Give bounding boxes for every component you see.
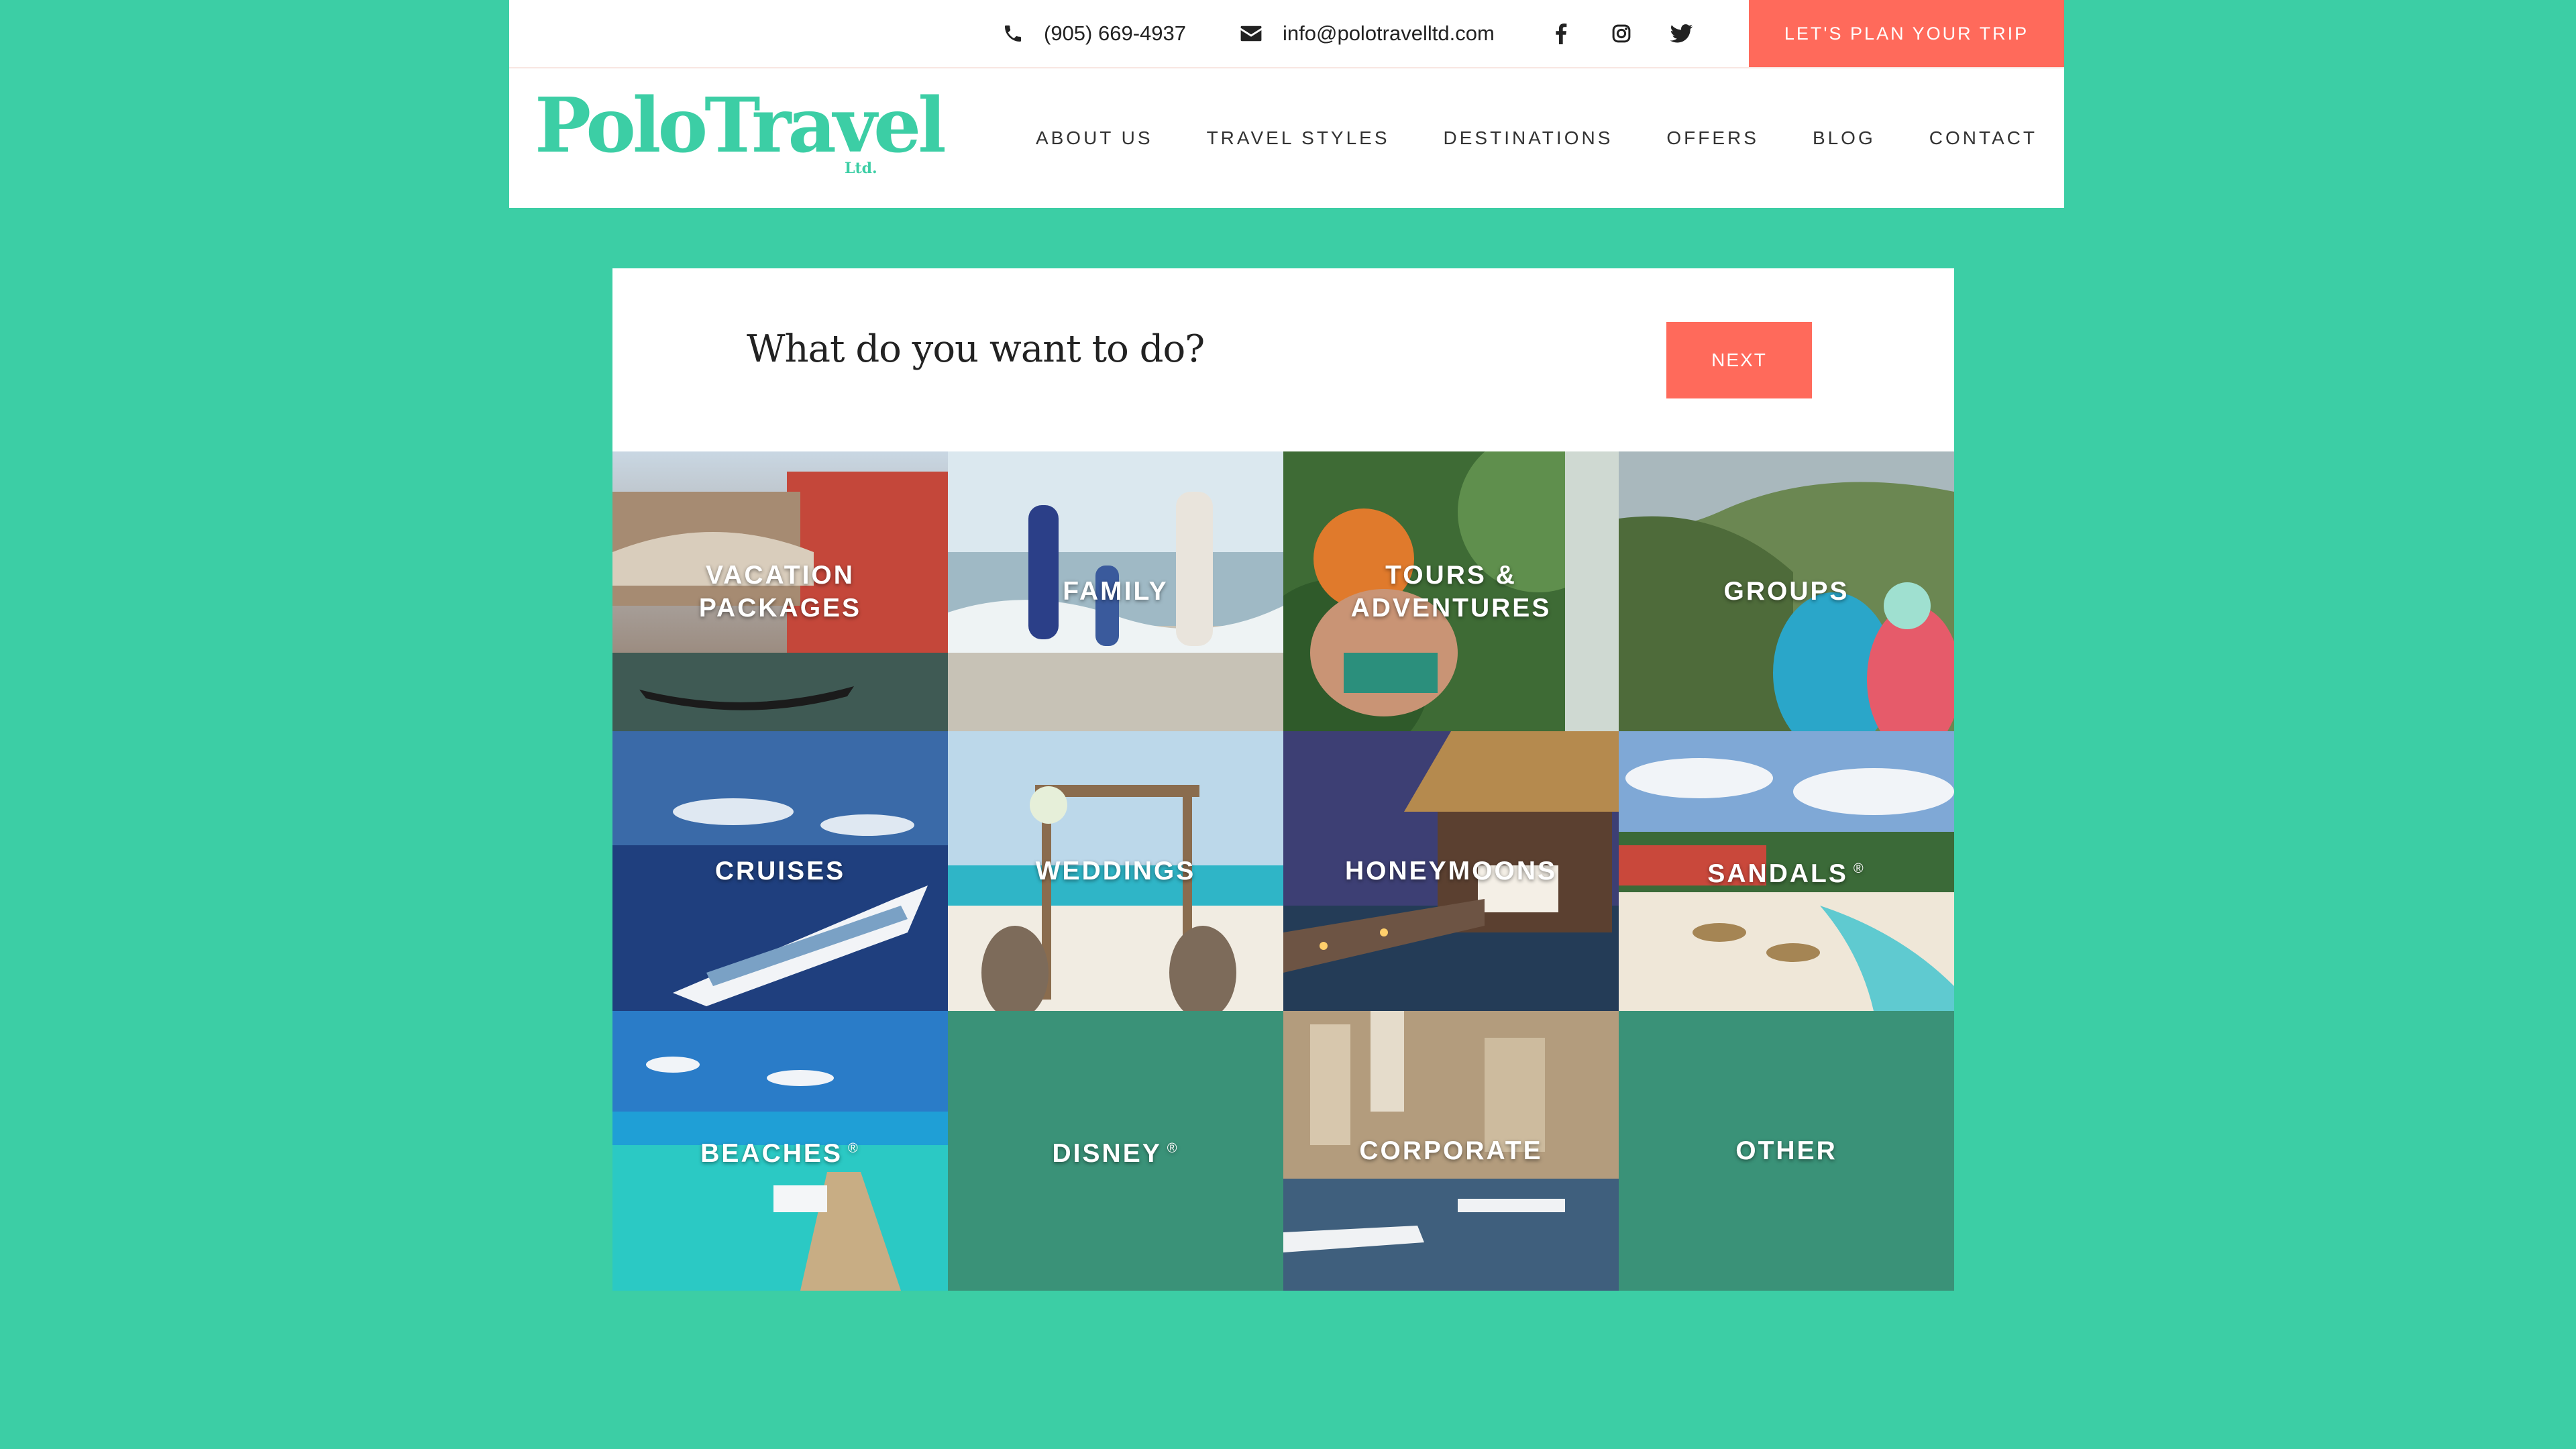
tile-label: BEACHES ® [700,1132,859,1170]
card-header: What do you want to do? NEXT [612,268,1954,451]
next-button[interactable]: NEXT [1666,322,1812,398]
tile-other[interactable]: OTHER [1619,1011,1954,1291]
logo[interactable]: PoloTravel Ltd. [535,82,947,178]
email-address: info@polotravelltd.com [1283,21,1495,45]
instagram-icon[interactable] [1609,21,1633,46]
main-nav: ABOUT US TRAVEL STYLES DESTINATIONS OFFE… [982,68,2037,208]
tile-label: GROUPS [1723,577,1849,606]
disney-label-text: DISNEY [1052,1138,1162,1168]
tile-family[interactable]: FAMILY [948,451,1283,731]
nav-travel-styles[interactable]: TRAVEL STYLES [1207,127,1390,149]
registered-mark: ® [847,1140,860,1156]
beaches-label-text: BEACHES [700,1138,843,1168]
tile-label: OTHER [1735,1136,1837,1165]
facebook-icon[interactable] [1549,21,1573,46]
tile-label: WEDDINGS [1035,857,1196,885]
top-bar: (905) 669-4937 info@polotravelltd.com LE… [509,0,2064,68]
envelope-icon [1240,25,1262,42]
tile-cruises[interactable]: CRUISES [612,731,948,1011]
tile-label: DISNEY ® [1053,1132,1179,1170]
tile-tours-adventures[interactable]: TOURS & ADVENTURES [1283,451,1619,731]
travel-style-grid: VACATION PACKAGES FAMILY TOURS & ADVENTU… [612,451,1954,1291]
question-title: What do you want to do? [747,327,1205,371]
contact-info: (905) 669-4937 info@polotravelltd.com [1002,0,1548,67]
tile-sandals[interactable]: SANDALS ® [1619,731,1954,1011]
plan-trip-button[interactable]: LET'S PLAN YOUR TRIP [1749,0,2064,67]
phone-icon [1005,25,1021,42]
tile-label: TOURS & ADVENTURES [1350,560,1552,623]
nav-contact[interactable]: CONTACT [1929,127,2037,149]
twitter-icon[interactable] [1670,21,1694,46]
nav-destinations[interactable]: DESTINATIONS [1444,127,1613,149]
logo-suffix: Ltd. [845,160,877,177]
registered-mark: ® [1167,1140,1179,1156]
phone-link[interactable]: (905) 669-4937 [1002,21,1186,46]
logo-name: PoloTravel [535,82,947,170]
trip-planner-card: What do you want to do? NEXT VACATION PA… [612,268,1954,1291]
sandals-label-text: SANDALS [1707,859,1848,888]
main-navbar: PoloTravel Ltd. ABOUT US TRAVEL STYLES D… [509,68,2064,208]
email-link[interactable]: info@polotravelltd.com [1240,21,1495,46]
site-header: (905) 669-4937 info@polotravelltd.com LE… [509,0,2064,208]
tile-groups[interactable]: GROUPS [1619,451,1954,731]
social-links [1549,0,1694,67]
tile-label: CORPORATE [1359,1136,1543,1165]
registered-mark: ® [1853,861,1866,876]
tile-label: CRUISES [714,857,846,885]
nav-blog[interactable]: BLOG [1813,127,1876,149]
nav-offers[interactable]: OFFERS [1666,127,1759,149]
tile-label: FAMILY [1063,577,1169,606]
nav-about-us[interactable]: ABOUT US [1036,127,1153,149]
tile-beaches[interactable]: BEACHES ® [612,1011,948,1291]
tile-disney[interactable]: DISNEY ® [948,1011,1283,1291]
phone-number: (905) 669-4937 [1044,21,1186,45]
tile-weddings[interactable]: WEDDINGS [948,731,1283,1011]
tile-label: SANDALS ® [1707,853,1865,890]
tile-vacation-packages[interactable]: VACATION PACKAGES [612,451,948,731]
tile-label: HONEYMOONS [1344,857,1558,885]
tile-corporate[interactable]: CORPORATE [1283,1011,1619,1291]
tile-label: VACATION PACKAGES [698,560,862,623]
tile-honeymoons[interactable]: HONEYMOONS [1283,731,1619,1011]
